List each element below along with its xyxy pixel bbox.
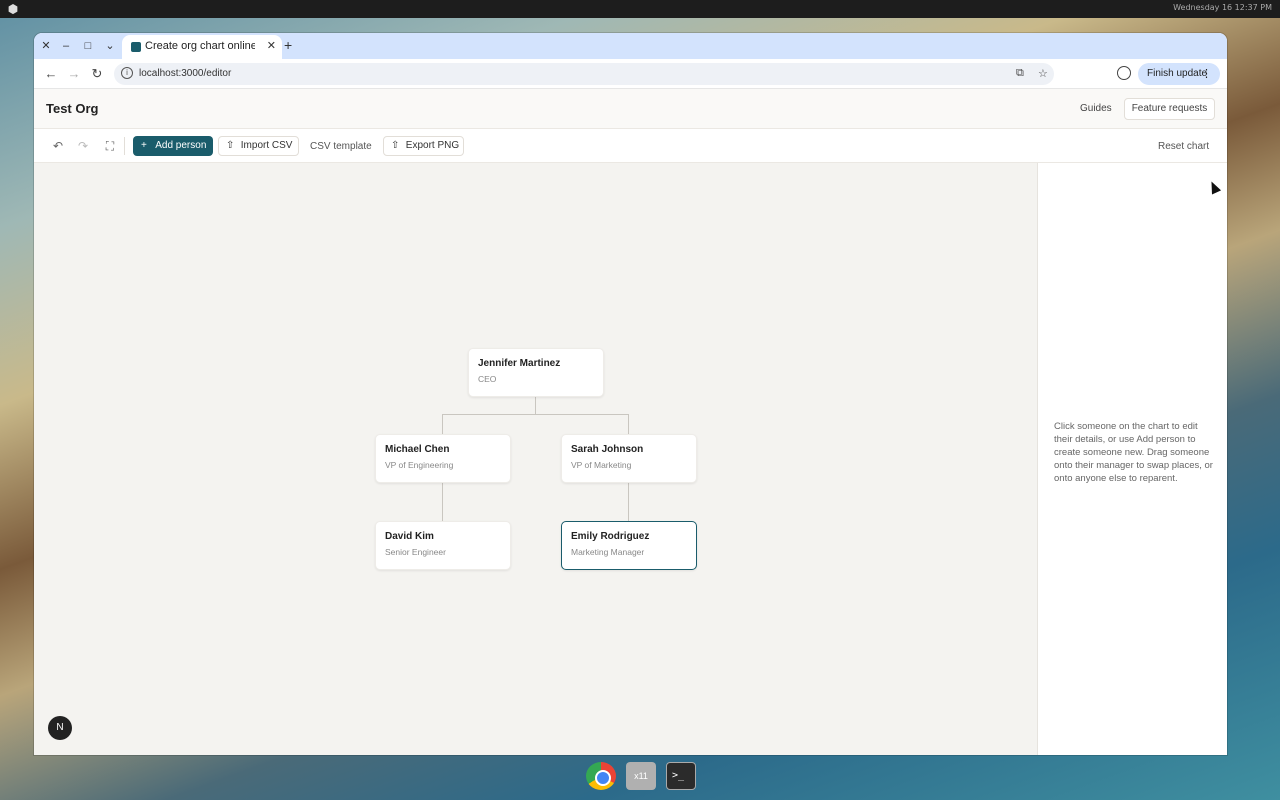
connector-line bbox=[442, 414, 443, 434]
desktop-top-bar: ⬢ Wednesday 16 12:37 PM bbox=[0, 0, 1280, 18]
tab-favicon-icon bbox=[131, 42, 141, 52]
person-name: Jennifer Martinez bbox=[478, 358, 561, 369]
person-role: Marketing Manager bbox=[571, 547, 645, 557]
x11-app-icon[interactable]: x11 bbox=[626, 762, 656, 790]
connector-line bbox=[442, 414, 629, 415]
csv-template-link[interactable]: CSV template bbox=[310, 141, 372, 152]
reset-chart-button[interactable]: Reset chart bbox=[1158, 141, 1209, 152]
side-panel: Click someone on the chart to edit their… bbox=[1037, 163, 1227, 755]
connector-line bbox=[628, 414, 629, 434]
finish-update-button[interactable]: Finish update ⋮ bbox=[1138, 63, 1220, 85]
app-header: Test Org Guides Feature requests bbox=[34, 89, 1227, 129]
org-title[interactable]: Test Org bbox=[46, 101, 99, 116]
add-person-label: Add person bbox=[155, 140, 207, 151]
import-csv-button[interactable]: ⇧ Import CSV bbox=[218, 136, 299, 156]
person-name: Emily Rodriguez bbox=[571, 531, 650, 542]
export-png-button[interactable]: ⇧ Export PNG bbox=[383, 136, 464, 156]
person-name: Michael Chen bbox=[385, 444, 450, 455]
url-field[interactable]: i localhost:3000/editor ⧉ ☆ bbox=[114, 63, 1054, 85]
system-logo-icon[interactable]: ⬢ bbox=[6, 2, 20, 16]
nextjs-dev-badge[interactable]: N bbox=[48, 716, 72, 740]
finish-update-label: Finish update bbox=[1147, 68, 1208, 79]
add-person-button[interactable]: + Add person bbox=[133, 136, 213, 156]
tab-close-icon[interactable]: ✕ bbox=[267, 39, 276, 52]
org-chart-canvas[interactable]: Jennifer Martinez CEO Michael Chen VP of… bbox=[34, 163, 1037, 755]
connector-line bbox=[628, 483, 629, 521]
person-card-marketing-manager[interactable]: Emily Rodriguez Marketing Manager bbox=[561, 521, 697, 570]
browser-window: ✕ – □ ⌄ Create org chart online ✕ + ← → … bbox=[34, 33, 1227, 755]
fit-view-icon[interactable]: ⛶ bbox=[102, 138, 118, 154]
window-minimize-icon[interactable]: – bbox=[58, 38, 74, 54]
side-panel-help-text: Click someone on the chart to edit their… bbox=[1054, 421, 1213, 484]
address-bar-row: ← → ↻ i localhost:3000/editor ⧉ ☆ Finish… bbox=[34, 59, 1227, 89]
install-app-icon[interactable]: ⧉ bbox=[1016, 67, 1024, 80]
upload-icon: ⇧ bbox=[226, 140, 235, 151]
new-tab-icon[interactable]: + bbox=[284, 37, 292, 53]
person-card-senior-engineer[interactable]: David Kim Senior Engineer bbox=[375, 521, 511, 570]
import-csv-label: Import CSV bbox=[240, 140, 293, 151]
plus-icon: + bbox=[141, 140, 147, 151]
connector-line bbox=[442, 483, 443, 521]
profile-avatar-icon[interactable] bbox=[1117, 66, 1131, 80]
redo-icon[interactable]: ↷ bbox=[75, 138, 91, 154]
more-menu-icon[interactable]: ⋮ bbox=[1201, 63, 1212, 85]
person-card-vp-engineering[interactable]: Michael Chen VP of Engineering bbox=[375, 434, 511, 483]
person-role: VP of Engineering bbox=[385, 460, 454, 470]
bookmark-star-icon[interactable]: ☆ bbox=[1038, 67, 1048, 80]
window-maximize-icon[interactable]: □ bbox=[80, 38, 96, 54]
browser-tab-active[interactable]: Create org chart online ✕ bbox=[122, 35, 282, 59]
connector-line bbox=[535, 397, 536, 415]
person-name: Sarah Johnson bbox=[571, 444, 644, 455]
guides-link[interactable]: Guides bbox=[1080, 103, 1112, 114]
site-info-icon[interactable]: i bbox=[121, 67, 133, 79]
toolbar-divider bbox=[124, 137, 125, 155]
undo-icon[interactable]: ↶ bbox=[50, 138, 66, 154]
person-role: VP of Marketing bbox=[571, 460, 632, 470]
terminal-app-icon[interactable]: >_ bbox=[666, 762, 696, 790]
person-card-vp-marketing[interactable]: Sarah Johnson VP of Marketing bbox=[561, 434, 697, 483]
tab-search-chevron-icon[interactable]: ⌄ bbox=[102, 38, 118, 54]
system-clock: Wednesday 16 12:37 PM bbox=[1173, 3, 1272, 12]
chrome-app-icon[interactable] bbox=[586, 762, 616, 790]
editor-toolbar: ↶ ↷ ⛶ + Add person ⇧ Import CSV CSV temp… bbox=[34, 129, 1227, 163]
url-text: localhost:3000/editor bbox=[139, 68, 232, 79]
window-close-icon[interactable]: ✕ bbox=[38, 38, 54, 54]
person-role: Senior Engineer bbox=[385, 547, 446, 557]
feature-requests-button[interactable]: Feature requests bbox=[1124, 98, 1215, 120]
tab-title: Create org chart online bbox=[145, 40, 255, 52]
back-icon[interactable]: ← bbox=[43, 66, 59, 82]
export-png-label: Export PNG bbox=[405, 140, 460, 151]
reload-icon[interactable]: ↻ bbox=[89, 66, 105, 82]
forward-icon[interactable]: → bbox=[66, 66, 82, 82]
person-card-ceo[interactable]: Jennifer Martinez CEO bbox=[468, 348, 604, 397]
export-icon: ⇧ bbox=[391, 140, 400, 151]
person-role: CEO bbox=[478, 374, 497, 384]
tab-bar: ✕ – □ ⌄ Create org chart online ✕ + bbox=[34, 33, 1227, 59]
person-name: David Kim bbox=[385, 531, 434, 542]
